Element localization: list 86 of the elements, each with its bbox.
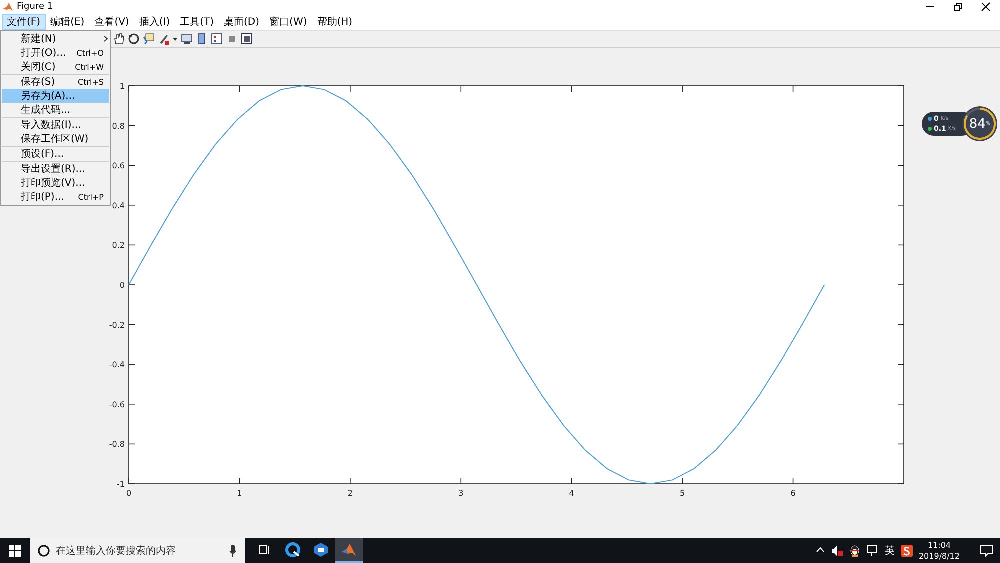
close-icon [981,2,991,12]
task-view-icon [259,544,271,556]
shortcut-label: Ctrl+S [78,78,104,86]
usage-percent: 84 [969,116,986,132]
menu-option-label: 导出设置(R)... [21,162,86,176]
search-field[interactable]: 在这里输入你要搜索的内容 [30,538,245,563]
network-icon[interactable] [866,544,879,556]
menu-item[interactable]: 编辑(E) [46,14,90,30]
x-tick-label: 1 [237,489,242,498]
y-tick-label: -1 [117,480,125,489]
menu-option[interactable]: 预设(F)... [2,147,109,161]
clock-time: 11:04 [928,540,952,550]
y-tick-label: -0.4 [109,360,125,370]
x-tick-label: 6 [790,489,796,498]
menu-option-label: 保存(S) [21,76,56,89]
penguin-icon[interactable] [848,544,861,556]
y-tick-label: 0.2 [112,241,125,250]
menu-option-label: 关闭(C) [21,60,56,74]
menu-item[interactable]: 插入(I) [134,14,176,30]
menu-option[interactable]: 保存(S) Ctrl+S [2,75,109,89]
y-tick-label: -0.8 [109,440,125,450]
restore-icon [953,2,963,12]
download-dot-icon [928,127,932,131]
menu-option[interactable]: 导入数据(I)... [2,118,109,132]
x-tick-label: 5 [680,489,686,498]
x-tick-label: 0 [126,489,132,498]
window-icon[interactable] [241,33,253,45]
colorbar-icon[interactable] [196,33,208,45]
shortcut-label: Ctrl+P [78,192,104,202]
menu-option[interactable]: 打开(O)... Ctrl+O [2,46,109,60]
rotate-icon[interactable] [128,33,140,45]
menu-item[interactable]: 桌面(D) [219,14,265,30]
shortcut-label: Ctrl+W [75,62,104,72]
menu-option-label: 打印(P)... [21,190,64,204]
menu-item[interactable]: 窗口(W) [264,14,312,30]
menu-option[interactable]: 打印预览(V)... [2,176,109,190]
link-plot-icon[interactable] [181,33,193,45]
menu-option-label: 保存工作区(W) [21,133,89,146]
clock-date: 2019/8/12 [918,550,960,562]
app-icon [313,542,329,558]
menu-item[interactable]: 帮助(H) [312,14,358,30]
menu-option[interactable]: 生成代码... [2,103,109,117]
x-tick-label: 3 [458,489,464,498]
menu-option[interactable]: 另存为(A)... [2,89,109,103]
y-tick-label: 0.4 [112,201,125,210]
data-cursor-icon[interactable] [143,33,155,45]
windows-logo-icon [9,544,21,556]
matlab-icon [341,542,357,558]
menu-option-label: 新建(N) [21,32,56,46]
menu-option-label: 打开(O)... [21,46,66,60]
menu-item[interactable]: 查看(V) [90,14,134,30]
x-tick-label: 4 [569,489,574,498]
menu-option-label: 打印预览(V)... [21,176,86,190]
menu-option-label: 预设(F)... [21,148,64,161]
y-tick-label: 0 [120,281,125,290]
notification-icon[interactable] [980,544,994,556]
sogou-icon[interactable] [900,544,913,556]
x-tick-label: 2 [348,489,353,498]
menu-option[interactable]: 打印(P)... Ctrl+P [2,190,109,204]
menu-option[interactable]: 关闭(C) Ctrl+W [2,60,109,74]
shortcut-label: Ctrl+O [76,48,104,58]
menu-option-label: 另存为(A)... [21,90,76,103]
upload-dot-icon [928,117,932,121]
y-tick-label: 1 [120,82,125,91]
menu-item[interactable]: 工具(T) [175,14,220,30]
input-method-indicator[interactable]: 英 [884,544,895,558]
browser-icon [285,542,301,558]
y-tick-label: -0.6 [109,400,125,410]
legend-icon[interactable] [211,33,223,45]
y-tick-label: -0.2 [109,320,125,330]
speaker-muted-icon[interactable] [830,544,843,556]
microphone-icon[interactable] [229,544,237,556]
chevron-up-icon[interactable] [816,546,825,555]
matlab-icon [3,2,13,12]
menu-item[interactable]: 文件(F) [2,14,46,30]
menu-option[interactable]: 保存工作区(W) [2,132,109,146]
menu-option-label: 生成代码... [21,104,71,117]
menu-option[interactable]: 新建(N) [2,32,109,46]
cortana-ring-icon [38,544,50,556]
brush-icon[interactable] [158,33,170,45]
menu-option[interactable]: 导出设置(R)... [2,162,109,176]
y-tick-label: 0.8 [112,122,125,131]
pan-hand-icon[interactable] [113,33,125,45]
window-title: Figure 1 [17,2,54,12]
y-tick-label: 0.6 [112,162,125,171]
menu-option-label: 导入数据(I)... [21,118,82,132]
